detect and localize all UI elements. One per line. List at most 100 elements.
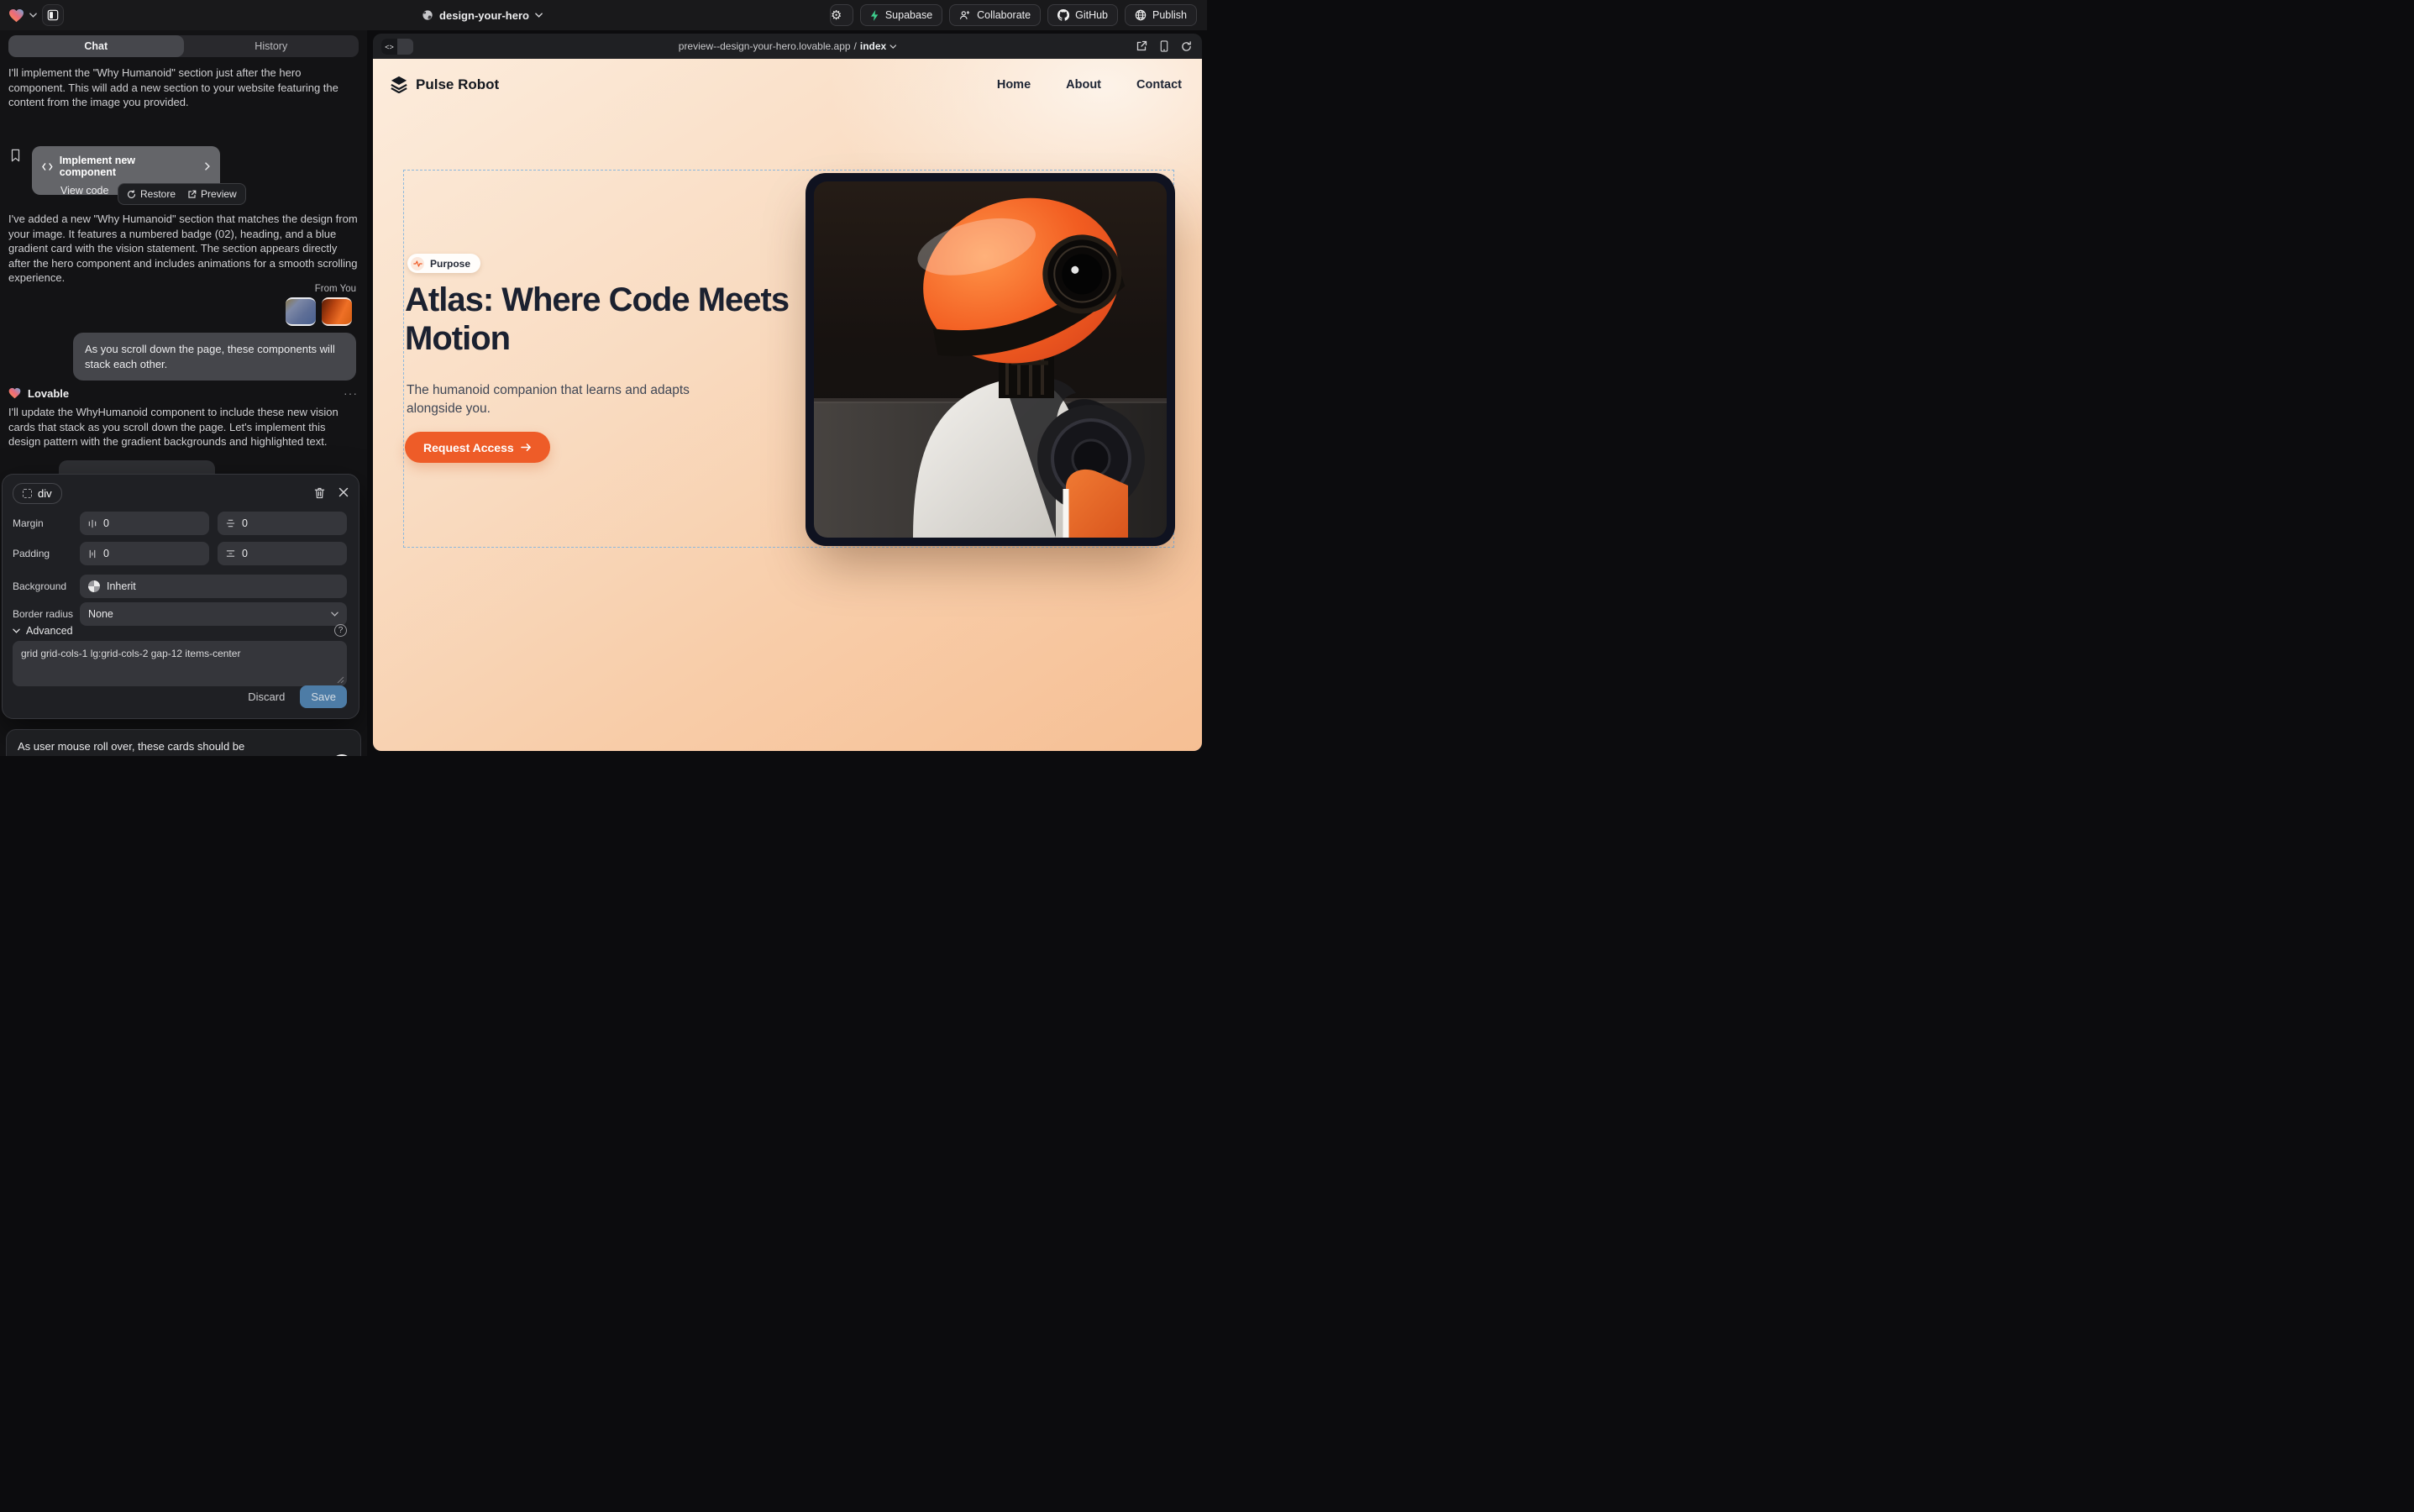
selected-element-chip[interactable]: div	[13, 483, 62, 504]
supabase-icon	[870, 10, 879, 21]
logo-chevron-down-icon[interactable]	[29, 13, 37, 18]
gear-icon: ⚙	[831, 8, 842, 23]
pulse-icon	[411, 257, 424, 270]
arrow-right-icon	[521, 443, 532, 452]
nav-home[interactable]: Home	[997, 78, 1031, 92]
assistant-message-2: I've added a new "Why Humanoid" section …	[8, 212, 358, 286]
discard-button[interactable]: Discard	[248, 690, 285, 703]
trash-icon[interactable]	[314, 487, 325, 499]
hero-subtitle: The humanoid companion that learns and a…	[407, 381, 692, 418]
border-radius-label: Border radius	[13, 608, 80, 620]
padding-label: Padding	[13, 548, 80, 559]
resize-handle[interactable]	[337, 676, 344, 684]
code-icon	[42, 163, 53, 171]
supabase-button[interactable]: Supabase	[860, 4, 942, 26]
site-brand[interactable]: Pulse Robot	[390, 76, 499, 93]
padding-x-icon	[88, 549, 97, 559]
user-message-bubble: As you scroll down the page, these compo…	[73, 333, 356, 381]
hero-robot-card	[806, 173, 1175, 546]
sidebar-toggle-button[interactable]	[42, 4, 64, 26]
collaborate-button[interactable]: Collaborate	[949, 4, 1041, 26]
margin-x-icon	[88, 519, 97, 528]
element-outline-icon	[23, 489, 32, 498]
send-button[interactable]	[332, 754, 352, 756]
margin-label: Margin	[13, 517, 80, 529]
margin-y-icon	[226, 519, 235, 528]
save-button[interactable]: Save	[300, 685, 347, 708]
chat-panel: Chat History I'll implement the "Why Hum…	[0, 30, 367, 756]
preview-window: <> preview--design-your-hero.lovable.app…	[373, 34, 1202, 751]
preview-url[interactable]: preview--design-your-hero.lovable.app / …	[679, 40, 896, 52]
restore-icon	[127, 190, 136, 199]
nav-contact[interactable]: Contact	[1136, 78, 1182, 92]
nav-about[interactable]: About	[1066, 78, 1101, 92]
margin-y-input[interactable]: 0	[218, 512, 347, 535]
assistant-message-1: I'll implement the "Why Humanoid" sectio…	[8, 66, 358, 110]
background-label: Background	[13, 580, 80, 592]
project-chevron-down-icon	[535, 13, 543, 18]
layers-icon	[390, 76, 408, 93]
top-bar: design-your-hero ⚙ Supabase Collaborate …	[0, 0, 1207, 30]
element-inspector-panel: div Margin 0 0 Padding	[2, 474, 359, 719]
preview-path: index	[860, 40, 886, 52]
code-preview-toggle[interactable]: <>	[381, 39, 413, 55]
tab-history[interactable]: History	[184, 35, 359, 57]
publish-button[interactable]: Publish	[1125, 4, 1197, 26]
robot-image	[814, 181, 1167, 538]
mobile-view-icon[interactable]	[1160, 40, 1168, 52]
preview-button[interactable]: Preview	[187, 188, 237, 200]
assistant-name: Lovable	[28, 387, 69, 400]
project-switcher[interactable]: design-your-hero	[422, 0, 543, 30]
github-button[interactable]: GitHub	[1047, 4, 1118, 26]
chat-input-value[interactable]: As user mouse roll over, these cards sho…	[18, 740, 244, 753]
chat-input-box[interactable]: As user mouse roll over, these cards sho…	[6, 729, 361, 756]
globe-icon	[422, 9, 433, 21]
url-chevron-icon	[890, 45, 896, 49]
component-card-title: Implement new component	[60, 155, 192, 178]
help-icon[interactable]: ?	[334, 624, 347, 637]
request-access-button[interactable]: Request Access	[405, 432, 550, 463]
chat-history-tabs: Chat History	[8, 35, 359, 57]
preview-top-bar: <> preview--design-your-hero.lovable.app…	[373, 34, 1202, 59]
chevron-right-icon	[205, 162, 210, 171]
transparency-swatch-icon	[88, 580, 100, 592]
background-input[interactable]: Inherit	[80, 575, 347, 598]
restore-preview-toolbar: Restore Preview	[118, 183, 246, 205]
external-link-icon	[187, 190, 197, 199]
code-mode-icon: <>	[381, 39, 397, 55]
refresh-icon[interactable]	[1181, 41, 1192, 52]
github-icon	[1057, 9, 1069, 21]
settings-button[interactable]: ⚙	[830, 4, 853, 26]
project-name: design-your-hero	[439, 9, 529, 22]
from-you-label: From You	[315, 284, 356, 294]
purpose-badge: Purpose	[407, 254, 480, 273]
element-tag: div	[38, 487, 52, 500]
app-window: design-your-hero ⚙ Supabase Collaborate …	[0, 0, 1207, 756]
advanced-classes-textarea[interactable]: grid grid-cols-1 lg:grid-cols-2 gap-12 i…	[13, 641, 347, 686]
close-icon[interactable]	[338, 487, 349, 497]
site-nav: Home About Contact	[997, 78, 1182, 92]
open-in-new-tab-icon[interactable]	[1136, 40, 1147, 52]
advanced-chevron-icon	[13, 628, 20, 633]
padding-y-input[interactable]: 0	[218, 542, 347, 565]
attachment-thumbnail-blue[interactable]	[286, 297, 316, 326]
border-radius-select[interactable]: None	[80, 602, 347, 626]
collaborate-icon	[959, 10, 971, 20]
advanced-toggle[interactable]: Advanced	[26, 625, 73, 637]
site-header: Pulse Robot Home About Contact	[390, 76, 1182, 93]
hero-headline: Atlas: Where Code Meets Motion	[405, 281, 791, 358]
padding-y-icon	[226, 549, 235, 558]
attachment-thumbnail-orange[interactable]	[322, 297, 352, 326]
site-canvas: Pulse Robot Home About Contact Purpose	[373, 59, 1202, 751]
bookmark-icon[interactable]	[10, 149, 21, 162]
lovable-heart-icon	[8, 387, 21, 399]
tab-chat[interactable]: Chat	[8, 35, 184, 57]
message-overflow-menu[interactable]: ···	[344, 386, 358, 400]
preview-region: <> preview--design-your-hero.lovable.app…	[367, 30, 1207, 756]
chevron-down-icon	[331, 612, 338, 617]
margin-x-input[interactable]: 0	[80, 512, 209, 535]
lovable-logo-icon[interactable]	[8, 8, 24, 23]
assistant-message-3: I'll update the WhyHumanoid component to…	[8, 405, 358, 449]
restore-button[interactable]: Restore	[127, 188, 176, 200]
padding-x-input[interactable]: 0	[80, 542, 209, 565]
